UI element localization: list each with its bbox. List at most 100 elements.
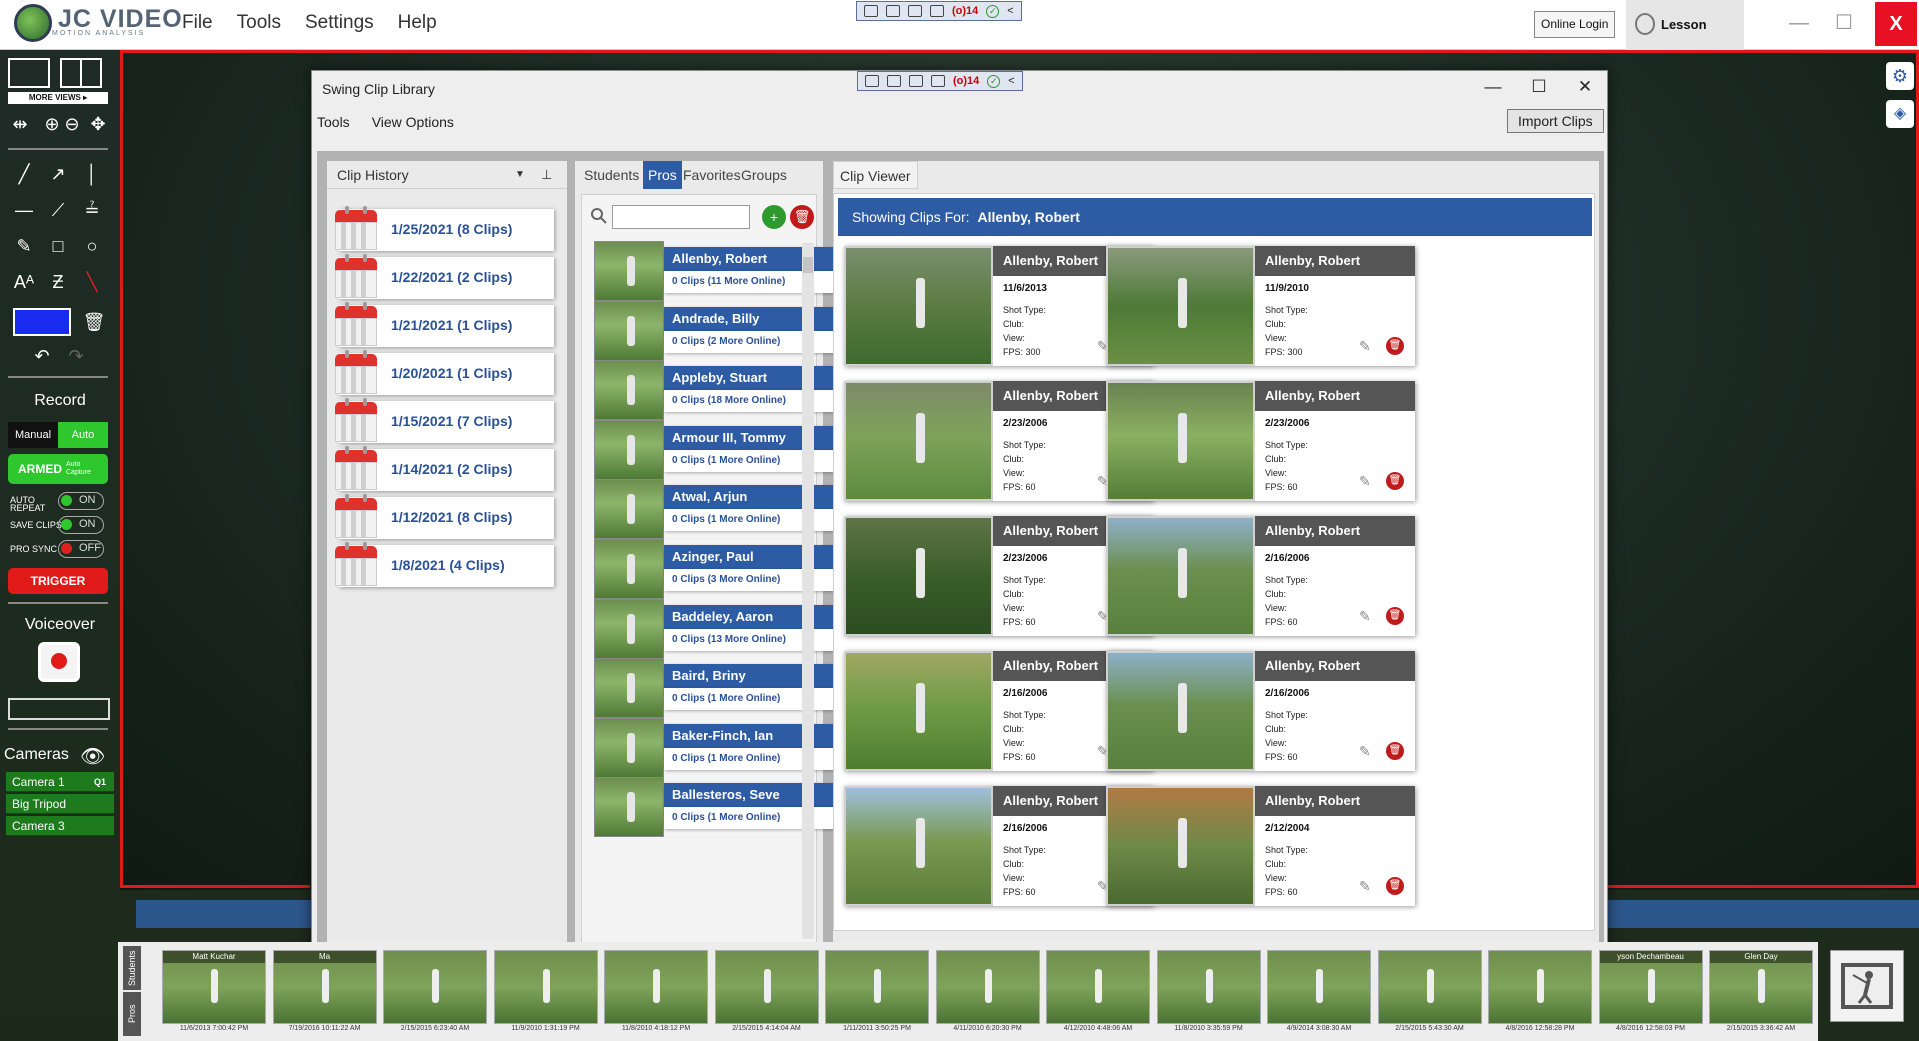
clip-card[interactable]: Allenby, Robert 2/23/2006 Shot Type: Club: V… (1106, 381, 1415, 501)
clip-thumbnail[interactable] (1106, 651, 1255, 771)
circle-icon[interactable]: ○ (78, 232, 106, 260)
menu-help[interactable]: Help (398, 12, 437, 34)
filmstrip-thumbnail[interactable]: Matt Kuchar (162, 950, 266, 1024)
settings-gear-icon[interactable]: ⚙ (1886, 62, 1914, 90)
filmstrip-tab-pros[interactable]: Pros (123, 992, 141, 1036)
cast-icon[interactable] (931, 75, 945, 87)
chevron-down-icon[interactable]: ▼ (515, 161, 525, 189)
clip-history-header[interactable]: Clip History ▼ ⊥ (327, 161, 567, 189)
menu-file[interactable]: File (182, 12, 213, 34)
filmstrip-thumbnail[interactable]: Glen Day (1709, 950, 1813, 1024)
pencil-icon[interactable]: ✎ (10, 232, 38, 260)
collapse-icon[interactable]: < (1008, 75, 1014, 87)
frame-icon[interactable] (908, 5, 922, 17)
capture-icon[interactable] (864, 5, 878, 17)
horizontal-line-icon[interactable]: — (10, 196, 38, 224)
armed-button[interactable]: ARMED Auto Capture (8, 454, 108, 484)
check-icon[interactable]: ✓ (987, 74, 1001, 88)
pro-sync-toggle[interactable]: OFF (58, 540, 104, 558)
online-login-button[interactable]: Online Login (1534, 11, 1616, 38)
clip-history-item[interactable]: 1/15/2021 (7 Clips) (335, 398, 554, 443)
person-list-item[interactable]: Baker-Finch, Ian 0 Clips (1 More Online) (594, 717, 834, 778)
clip-history-item[interactable]: 1/25/2021 (8 Clips) (335, 206, 554, 251)
filmstrip-thumbnail[interactable] (935, 950, 1040, 1024)
capture-icon[interactable] (865, 75, 879, 87)
person-list-item[interactable]: Andrade, Billy 0 Clips (2 More Online) (594, 300, 834, 361)
delete-clip-icon[interactable]: 🗑 (1386, 877, 1404, 895)
camera-3-button[interactable]: Camera 3 (6, 816, 114, 836)
filmstrip-thumbnail[interactable] (1267, 950, 1371, 1024)
menu-settings[interactable]: Settings (305, 12, 374, 34)
filmstrip-thumbnail[interactable] (1156, 950, 1261, 1024)
auto-mode-button[interactable]: Auto (58, 422, 108, 448)
eraser-line-icon[interactable]: ╲ (78, 268, 106, 296)
camera-1-button[interactable]: Camera 1 Q1 (6, 772, 114, 792)
filmstrip-thumbnail[interactable] (714, 950, 819, 1024)
line-tool-icon[interactable]: ╱ (10, 160, 38, 188)
person-list-item[interactable]: Appleby, Stuart 0 Clips (18 More Online) (594, 360, 834, 421)
eye-icon[interactable]: 👁 (80, 744, 105, 769)
frame-icon[interactable] (909, 75, 923, 87)
clip-card[interactable]: Allenby, Robert 2/16/2006 Shot Type: Club: V… (1106, 516, 1415, 636)
angle-tool-icon[interactable]: ⟋ (44, 196, 72, 224)
menu-tools[interactable]: Tools (237, 12, 281, 34)
redo-icon[interactable]: ↷ (62, 342, 90, 370)
tab-clip-viewer[interactable]: Clip Viewer (833, 161, 918, 189)
voiceover-record-button[interactable] (38, 642, 80, 682)
person-list-item[interactable]: Armour III, Tommy 0 Clips (1 More Online) (594, 419, 834, 480)
person-list-item[interactable]: Baddeley, Aaron 0 Clips (13 More Online) (594, 598, 834, 659)
clip-thumbnail[interactable] (1106, 246, 1255, 366)
dialog-menu-view-options[interactable]: View Options (372, 114, 454, 130)
clip-thumbnail[interactable] (844, 381, 993, 501)
scrollbar-thumb[interactable] (803, 257, 813, 273)
present-icon[interactable] (886, 5, 900, 17)
clip-thumbnail[interactable] (844, 786, 993, 906)
minimize-button[interactable]: — (1775, 0, 1823, 48)
filmstrip-thumbnail[interactable] (825, 950, 929, 1024)
clip-history-item[interactable]: 1/21/2021 (1 Clips) (335, 302, 554, 347)
plane-tool-icon[interactable]: ≟ (78, 196, 106, 224)
filmstrip-thumbnail[interactable]: yson Dechambeau (1598, 950, 1703, 1024)
fit-icon[interactable]: ⇹ (6, 110, 34, 138)
filmstrip-tab-students[interactable]: Students (123, 946, 141, 990)
clip-card[interactable]: Allenby, Robert 11/9/2010 Shot Type: Club: V… (1106, 246, 1415, 366)
dialog-close-button[interactable]: ✕ (1570, 77, 1600, 101)
person-list-item[interactable]: Azinger, Paul 0 Clips (3 More Online) (594, 539, 834, 599)
camera-big-tripod-button[interactable]: Big Tripod (6, 794, 114, 814)
clip-card[interactable]: Allenby, Robert 2/12/2004 Shot Type: Club: V… (1106, 786, 1415, 906)
delete-clip-icon[interactable]: 🗑 (1386, 472, 1404, 490)
auto-repeat-toggle[interactable]: ON (58, 492, 104, 510)
clip-thumbnail[interactable] (844, 651, 993, 771)
people-scrollbar[interactable] (802, 243, 814, 939)
filmstrip-thumbnail[interactable] (604, 950, 708, 1024)
clip-history-item[interactable]: 1/8/2021 (4 Clips) (335, 542, 554, 587)
trigger-button[interactable]: TRIGGER (8, 568, 108, 594)
tab-groups[interactable]: Groups (736, 161, 792, 189)
maximize-button[interactable]: ☐ (1820, 0, 1868, 48)
delete-clip-icon[interactable]: 🗑 (1386, 337, 1404, 355)
filmstrip-thumbnail[interactable] (1488, 950, 1592, 1024)
clip-card[interactable]: Allenby, Robert 2/16/2006 Shot Type: Club: V… (1106, 651, 1415, 771)
vertical-line-icon[interactable]: │ (78, 160, 106, 188)
edit-pencil-icon[interactable]: ✎ (1359, 878, 1371, 894)
edit-pencil-icon[interactable]: ✎ (1359, 743, 1371, 759)
collapse-icon[interactable]: < (1007, 5, 1013, 17)
pin-icon[interactable]: ⊥ (541, 161, 552, 189)
text-tool-icon[interactable]: Aᴬ (10, 268, 38, 296)
single-view-button[interactable] (8, 58, 50, 88)
pen-color-swatch[interactable] (13, 308, 71, 336)
close-app-button[interactable]: X (1875, 2, 1917, 46)
pan-icon[interactable]: ✥ (84, 110, 112, 138)
person-list-item[interactable]: Allenby, Robert 0 Clips (11 More Online) (594, 241, 834, 301)
tab-pros[interactable]: Pros (643, 161, 682, 189)
person-list-item[interactable]: Baird, Briny 0 Clips (1 More Online) (594, 658, 834, 719)
undo-icon[interactable]: ↶ (28, 342, 56, 370)
clip-history-item[interactable]: 1/20/2021 (1 Clips) (335, 350, 554, 395)
search-input[interactable] (612, 205, 750, 229)
split-view-button[interactable] (60, 58, 102, 88)
edit-pencil-icon[interactable]: ✎ (1359, 608, 1371, 624)
freehand-icon[interactable]: Ƶ (44, 268, 72, 296)
clip-history-item[interactable]: 1/14/2021 (2 Clips) (335, 446, 554, 491)
dialog-menu-tools[interactable]: Tools (317, 114, 350, 130)
clip-history-item[interactable]: 1/12/2021 (8 Clips) (335, 494, 554, 539)
